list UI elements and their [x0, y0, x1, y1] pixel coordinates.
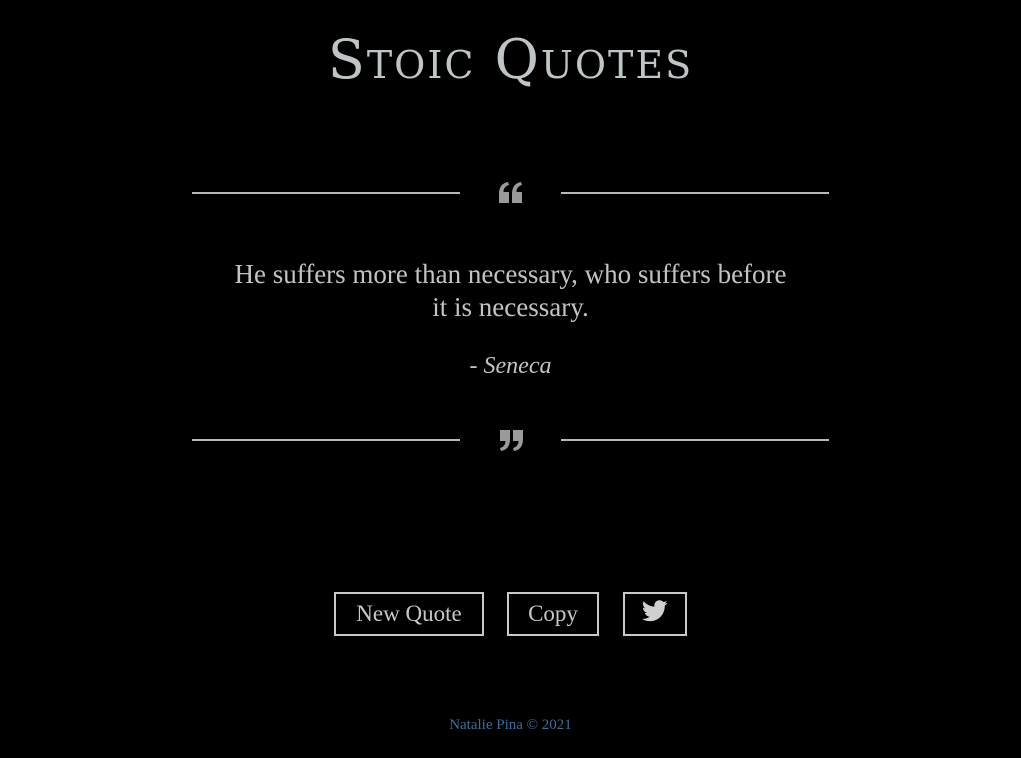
copy-button[interactable]: Copy [507, 592, 599, 636]
divider-line-left [192, 192, 460, 194]
quote-right-icon [492, 425, 529, 455]
quote-author: Seneca [483, 353, 552, 379]
new-quote-button[interactable]: New Quote [334, 592, 484, 636]
divider-line-right [561, 439, 829, 441]
page-title: Stoic Quotes [327, 28, 694, 91]
divider-line-left [192, 439, 460, 441]
author-prefix: - [469, 353, 484, 379]
quote-attribution: - Seneca [0, 353, 1021, 380]
footer-credit: Natalie Pina © 2021 [449, 717, 572, 733]
divider-line-right [561, 192, 829, 194]
quote-text: He suffers more than necessary, who suff… [234, 259, 787, 322]
tweet-button[interactable] [623, 592, 687, 636]
twitter-icon [641, 600, 668, 628]
quote-bottom-divider [192, 425, 829, 455]
quote-left-icon [492, 178, 529, 208]
quote-top-divider [192, 178, 829, 208]
